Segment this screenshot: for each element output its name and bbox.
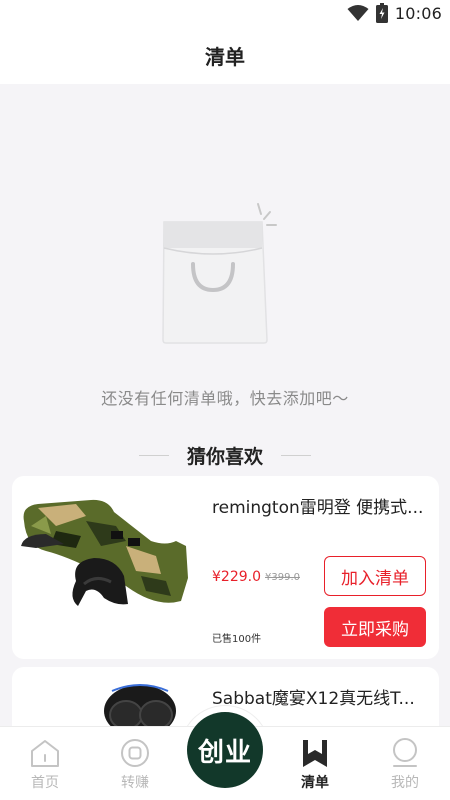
- target-icon: [121, 739, 149, 767]
- divider-line: [138, 454, 169, 456]
- tab-home[interactable]: 首页: [0, 727, 90, 800]
- person-icon: [393, 738, 417, 767]
- battery-icon: [375, 3, 388, 23]
- tab-me[interactable]: 我的: [360, 727, 450, 800]
- product-name[interactable]: Sabbat魔宴X12真无线T...: [212, 684, 427, 709]
- recommend-title: 猜你喜欢: [186, 445, 263, 468]
- product-name[interactable]: remington雷明登 便携式...: [212, 493, 427, 518]
- wifi-icon: [347, 5, 369, 21]
- home-icon: [31, 740, 59, 767]
- page-title: 清单: [205, 44, 245, 69]
- divider-line: [281, 454, 311, 456]
- tab-label: 清单: [301, 775, 329, 791]
- tab-label: 我的: [391, 775, 419, 791]
- empty-message: 还没有任何清单哦，快去添加吧～: [101, 389, 349, 408]
- status-time: 10:06: [394, 3, 442, 23]
- product-card[interactable]: remington雷明登 便携式... ¥229.0 ¥399.0 已售100件…: [12, 476, 439, 659]
- startup-button[interactable]: 创业: [187, 712, 263, 788]
- product-image[interactable]: [16, 486, 206, 651]
- buy-now-button[interactable]: 立即采购: [324, 607, 426, 647]
- empty-bag-icon: [162, 203, 277, 344]
- product-original-price: ¥399.0: [265, 572, 300, 583]
- bookmark-icon: [303, 740, 327, 767]
- status-bar: 10:06: [0, 0, 450, 26]
- tab-label: 首页: [31, 775, 59, 791]
- tab-earn[interactable]: 转赚: [90, 727, 180, 800]
- status-icons: 10:06: [347, 3, 442, 23]
- tab-label: 转赚: [121, 775, 149, 791]
- tab-list[interactable]: 清单: [270, 727, 360, 800]
- product-price: ¥229.0: [212, 569, 261, 585]
- add-to-list-button[interactable]: 加入清单: [324, 556, 426, 596]
- sold-count: 已售100件: [212, 634, 262, 645]
- recommend-section-title: 猜你喜欢: [0, 440, 450, 470]
- page-header: 清单: [0, 26, 450, 84]
